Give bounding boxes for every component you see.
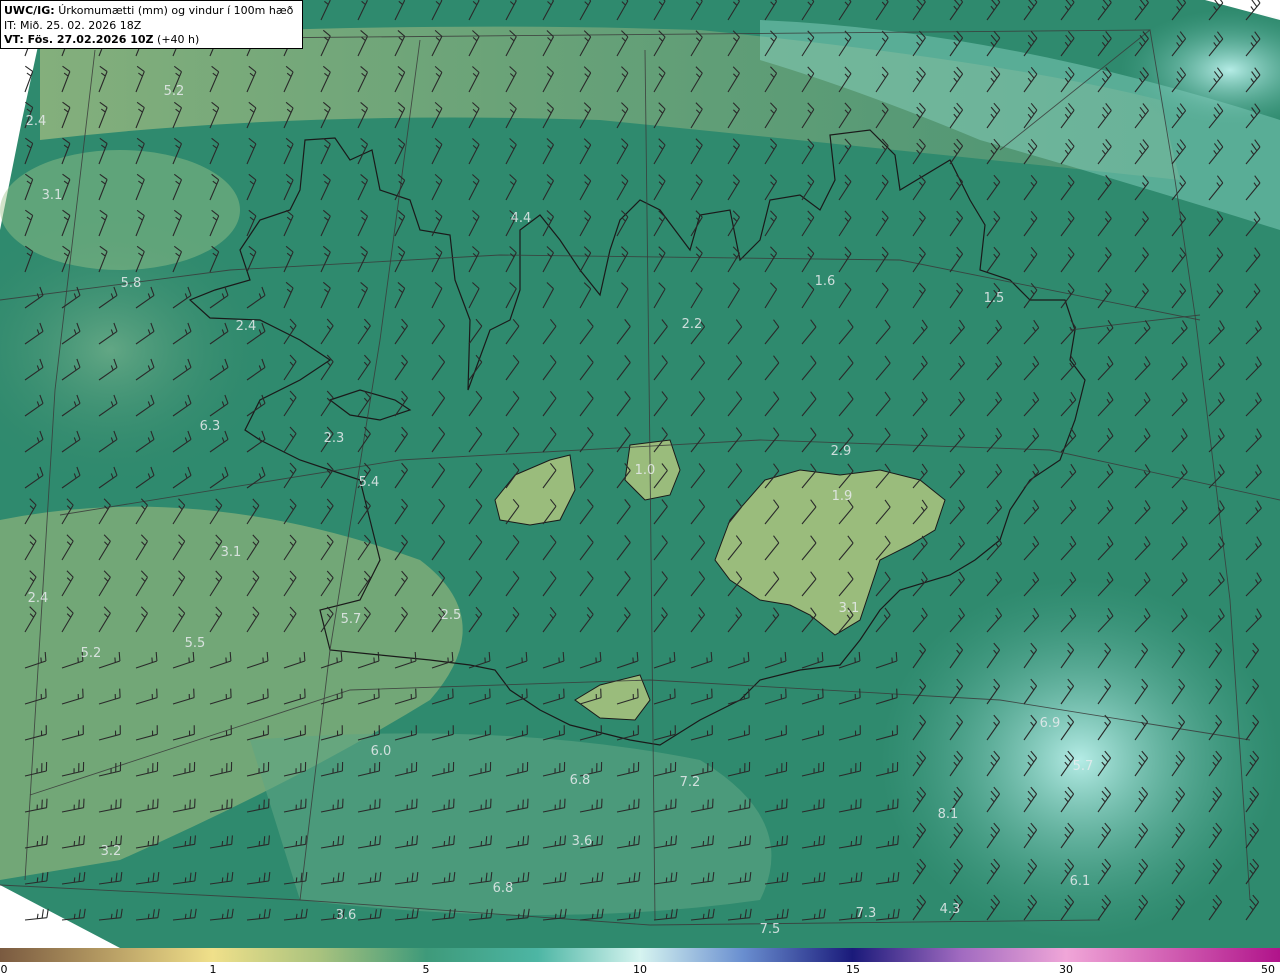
- precip-value-label: 7.3: [856, 906, 877, 921]
- precip-value-label: 2.4: [26, 114, 47, 129]
- precip-value-label: 4.4: [511, 211, 532, 226]
- precip-value-label: 6.9: [1040, 716, 1061, 731]
- precip-value-label: 5.2: [81, 646, 102, 661]
- precip-value-label: 1.0: [635, 463, 656, 478]
- precip-value-label: 3.6: [336, 908, 357, 923]
- valid-time: VT: Fös. 27.02.2026 10Z: [4, 33, 154, 46]
- precip-value-label: 2.2: [682, 317, 703, 332]
- precip-value-label: 5.5: [185, 636, 206, 651]
- colorbar-gradient: [0, 948, 1280, 962]
- precip-value-label: 1.9: [832, 489, 853, 504]
- issue-time: IT: Mið. 25. 02. 2026 18Z: [4, 18, 142, 32]
- precip-value-label: 7.5: [760, 922, 781, 937]
- precip-value-label: 2.5: [441, 608, 462, 623]
- precip-value-label: 3.6: [572, 834, 593, 849]
- precip-value-label: 2.3: [324, 431, 345, 446]
- precip-value-label: 6.8: [570, 773, 591, 788]
- precip-value-label: 6.1: [1070, 874, 1091, 889]
- precip-value-label: 8.1: [938, 807, 959, 822]
- colorbar-tick: 15: [846, 963, 860, 976]
- precip-value-label: 3.1: [42, 188, 63, 203]
- colorbar-tick: 30: [1059, 963, 1073, 976]
- precip-value-label: 6.0: [371, 744, 392, 759]
- precip-value-label: 5.8: [121, 276, 142, 291]
- precip-value-label: 3.1: [221, 545, 242, 560]
- colorbar-labels: 0 1 5 10 15 30 50: [0, 962, 1280, 978]
- valid-offset: (+40 h): [157, 33, 200, 46]
- precipitation-wind-map: 5.2 2.4 3.1 5.8 2.4 6.3 2.3 5.4 3.1 2.4 5.2 5.5 5.7 2…: [0, 0, 1280, 948]
- colorbar-tick: 10: [633, 963, 647, 976]
- precip-value-label: 3.1: [839, 601, 860, 616]
- title-row: UWC/IG: Úrkomumætti (mm) og vindur í 100…: [4, 4, 302, 19]
- precip-value-label: 5.7: [1073, 759, 1094, 774]
- colorbar-tick: 0: [0, 963, 8, 976]
- precip-value-label: 7.2: [680, 775, 701, 790]
- west-swirl-core: [0, 150, 240, 270]
- precip-value-label: 3.2: [101, 844, 122, 859]
- precip-value-label: 2.9: [831, 444, 852, 459]
- colorbar-tick: 5: [422, 963, 430, 976]
- model-name: UWC/IG:: [4, 4, 55, 17]
- precip-value-label: 2.4: [28, 591, 49, 606]
- precip-value-label: 4.3: [940, 902, 961, 917]
- valid-row: VT: Fös. 27.02.2026 10Z (+40 h): [4, 33, 302, 48]
- precip-value-label: 1.5: [984, 291, 1005, 306]
- info-box: UWC/IG: Úrkomumætti (mm) og vindur í 100…: [0, 0, 303, 49]
- colorbar-tick: 1: [209, 963, 217, 976]
- precip-value-label: 1.6: [815, 274, 836, 289]
- map-title: Úrkomumætti (mm) og vindur í 100m hæð: [58, 4, 294, 17]
- precip-value-label: 6.3: [200, 419, 221, 434]
- precip-value-label: 5.7: [341, 612, 362, 627]
- precip-value-label: 2.4: [236, 319, 257, 334]
- precip-value-label: 5.4: [359, 475, 380, 490]
- colorbar-tick: 50: [1261, 963, 1275, 976]
- precip-value-label: 6.8: [493, 881, 514, 896]
- precip-value-label: 5.2: [164, 84, 185, 99]
